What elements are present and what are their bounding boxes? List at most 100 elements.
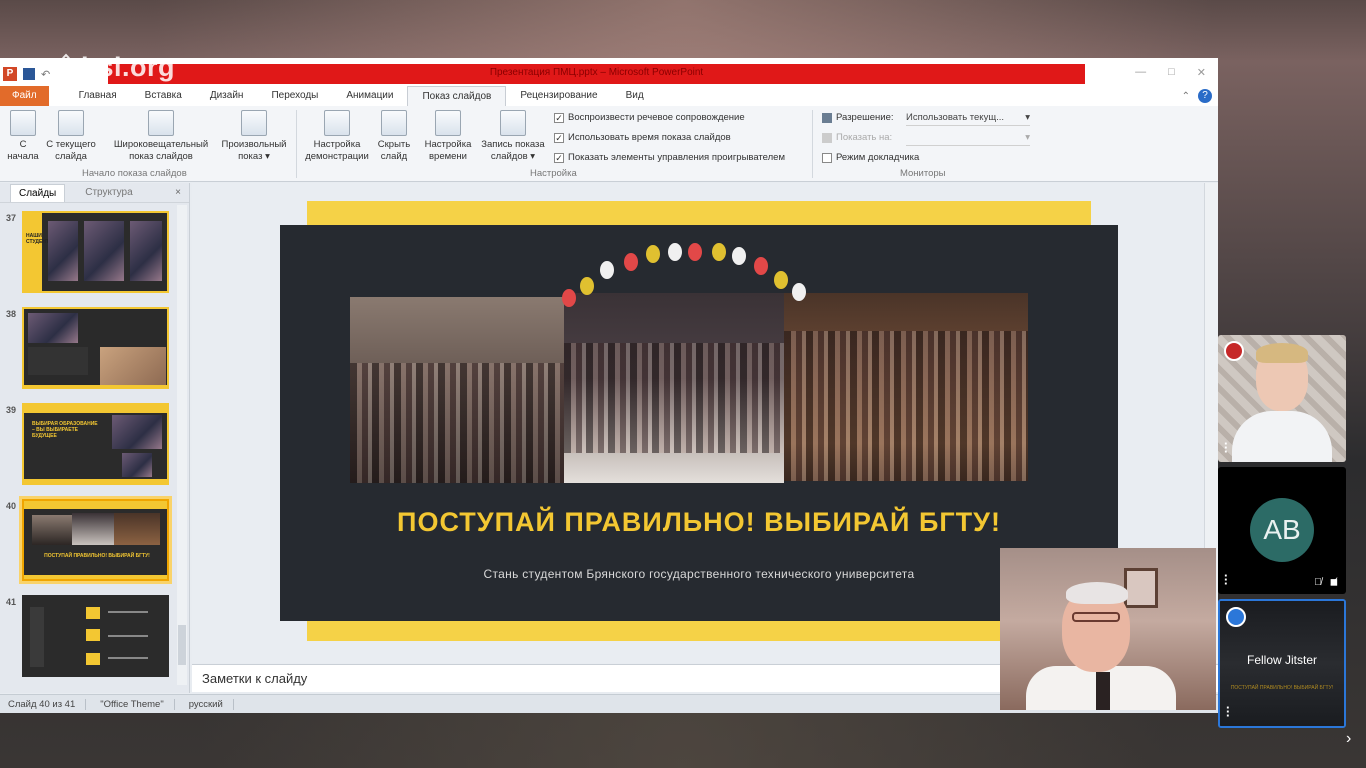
participant-tile[interactable]: · · · bbox=[1218, 335, 1346, 462]
tab-review[interactable]: Рецензирование bbox=[506, 86, 611, 106]
setup-show-label: Настройка демонстрации bbox=[305, 139, 369, 162]
more-options-icon[interactable]: · · · bbox=[1224, 437, 1228, 458]
speaker-tie bbox=[1096, 672, 1110, 710]
from-beginning-label: С начала bbox=[7, 139, 39, 162]
slide-thumbnail-row[interactable]: 39 ВЫБИРАЯ ОБРАЗОВАНИЕ – ВЫ ВЫБИРАЕТЕ БУ… bbox=[0, 401, 190, 489]
tab-insert[interactable]: Вставка bbox=[131, 86, 196, 106]
balloon-icon bbox=[562, 289, 576, 307]
tab-outline[interactable]: Структура bbox=[85, 187, 132, 198]
dominant-speaker-icon bbox=[1226, 607, 1246, 627]
notes-placeholder: Заметки к слайду bbox=[202, 671, 308, 686]
slide-counter: Слайд 40 из 41 bbox=[8, 698, 87, 710]
thumb-text: НАШИ СТУДЕНТЫ bbox=[26, 233, 54, 245]
use-timings-check[interactable]: ✓ Использовать время показа слайдов bbox=[554, 132, 731, 143]
tab-slides[interactable]: Слайды bbox=[10, 183, 66, 202]
collapse-ribbon-icon[interactable]: ⌃ bbox=[1182, 91, 1190, 102]
slides-pane: Слайды Структура × 37 НАШИ СТУДЕНТЫ 38 3… bbox=[0, 183, 190, 693]
monitor-icon bbox=[822, 112, 832, 123]
setup-show-button[interactable]: Настройка демонстрации bbox=[300, 110, 374, 163]
camera-off-icon: ◼̸ bbox=[1329, 577, 1338, 588]
save-icon[interactable] bbox=[23, 68, 35, 80]
mic-off-icon: 🎙̸ bbox=[1314, 577, 1322, 588]
rehearse-timings-button[interactable]: Настройка времени bbox=[420, 110, 476, 163]
balloon-icon bbox=[754, 257, 768, 275]
slide-thumbnail-row[interactable]: 41 bbox=[0, 593, 190, 681]
graduates-photo-2 bbox=[564, 293, 784, 483]
slide-thumbnail-row[interactable]: 37 НАШИ СТУДЕНТЫ bbox=[0, 209, 190, 297]
tab-file[interactable]: Файл bbox=[0, 86, 49, 106]
theme-name[interactable]: "Office Theme" bbox=[100, 698, 175, 710]
slide-thumbnail-row-selected[interactable]: 40 ПОСТУПАЙ ПРАВИЛЬНО! ВЫБИРАЙ БГТУ! bbox=[0, 497, 190, 585]
participant-tile[interactable]: AB · · · 🎙̸ ◼̸ bbox=[1218, 467, 1346, 594]
participant-status: 🎙̸ ◼̸ bbox=[1314, 577, 1338, 588]
presenter-view-check[interactable]: Режим докладчика bbox=[822, 152, 919, 163]
undo-icon[interactable]: ↶ bbox=[41, 68, 50, 81]
speaker-hair bbox=[1066, 582, 1128, 604]
jitsi-watermark: itsi.org bbox=[55, 52, 175, 83]
balloon-icon bbox=[732, 247, 746, 265]
title-highlight: Презентация ПМЦ.pptx – Microsoft PowerPo… bbox=[108, 64, 1085, 84]
show-on-dropdown[interactable]: ▾ bbox=[906, 132, 1030, 146]
play-narrations-check[interactable]: ✓ Воспроизвести речевое сопровождение bbox=[554, 112, 745, 123]
slide-subtitle: Стань студентом Брянского государственно… bbox=[483, 567, 915, 581]
slide-thumbnail: ВЫБИРАЯ ОБРАЗОВАНИЕ – ВЫ ВЫБИРАЕТЕ БУДУЩ… bbox=[22, 403, 169, 485]
minimize-button[interactable]: — bbox=[1135, 66, 1146, 79]
balloon-icon bbox=[624, 253, 638, 271]
close-pane-icon[interactable]: × bbox=[175, 187, 181, 198]
broadcast-button[interactable]: Широковещательный показ слайдов bbox=[106, 110, 216, 163]
local-participant-tile[interactable]: Fellow Jitster ПОСТУПАЙ ПРАВИЛЬНО! ВЫБИР… bbox=[1218, 599, 1346, 728]
more-options-icon[interactable]: · · · bbox=[1224, 569, 1228, 590]
balloon-icon bbox=[774, 271, 788, 289]
balloon-icon bbox=[688, 243, 702, 261]
show-media-controls-label: Показать элементы управления проигрывате… bbox=[568, 152, 786, 163]
chevron-right-icon[interactable]: › bbox=[1346, 730, 1351, 748]
checkbox-unchecked-icon bbox=[822, 152, 832, 163]
custom-show-icon bbox=[241, 110, 267, 136]
resolution-dropdown[interactable]: Использовать текущ... ▾ bbox=[906, 112, 1030, 126]
group-label-start: Начало показа слайдов bbox=[82, 168, 187, 179]
show-media-controls-check[interactable]: ✓ Показать элементы управления проигрыва… bbox=[554, 152, 785, 163]
tab-transitions[interactable]: Переходы bbox=[257, 86, 332, 106]
slide-thumbnail-row[interactable]: 38 bbox=[0, 305, 190, 393]
ribbon: С начала С текущего слайда Широковещател… bbox=[0, 106, 1218, 182]
more-options-icon[interactable]: · · · bbox=[1226, 701, 1230, 722]
connection-quality-icon[interactable] bbox=[1224, 341, 1244, 361]
from-current-label: С текущего слайда bbox=[46, 139, 96, 162]
language-indicator[interactable]: русский bbox=[189, 698, 234, 710]
ribbon-separator bbox=[812, 110, 813, 178]
slide-title: ПОСТУПАЙ ПРАВИЛЬНО! ВЫБИРАЙ БГТУ! bbox=[397, 507, 1001, 537]
close-button[interactable]: ✕ bbox=[1197, 66, 1206, 79]
slide-number: 39 bbox=[6, 405, 17, 415]
resolution-label: Разрешение: bbox=[836, 112, 894, 123]
from-current-button[interactable]: С текущего слайда bbox=[42, 110, 100, 163]
resolution-row: Разрешение: bbox=[822, 112, 894, 123]
checkbox-checked-icon: ✓ bbox=[554, 132, 564, 143]
wall-picture bbox=[1124, 568, 1158, 608]
slide-thumbnail bbox=[22, 307, 169, 389]
slides-scrollbar[interactable] bbox=[177, 205, 187, 685]
tab-design[interactable]: Дизайн bbox=[196, 86, 258, 106]
tab-slideshow[interactable]: Показ слайдов bbox=[407, 86, 507, 106]
slide-thumbnail: НАШИ СТУДЕНТЫ bbox=[22, 211, 169, 293]
maximize-button[interactable]: □ bbox=[1168, 66, 1175, 79]
chevron-down-icon: ▾ bbox=[1025, 112, 1030, 123]
active-speaker-video[interactable] bbox=[1000, 548, 1216, 710]
balloon-icon bbox=[580, 277, 594, 295]
slide-thumbnail-current: ПОСТУПАЙ ПРАВИЛЬНО! ВЫБИРАЙ БГТУ! bbox=[22, 499, 169, 581]
tab-view[interactable]: Вид bbox=[612, 86, 658, 106]
participant-name: Fellow Jitster bbox=[1246, 653, 1317, 667]
record-show-button[interactable]: Запись показа слайдов ▾ bbox=[476, 110, 550, 163]
slide-number: 37 bbox=[6, 213, 17, 223]
tab-home[interactable]: Главная bbox=[65, 86, 131, 106]
custom-show-button[interactable]: Произвольный показ ▾ bbox=[216, 110, 292, 163]
current-slide[interactable]: ПОСТУПАЙ ПРАВИЛЬНО! ВЫБИРАЙ БГТУ! Стань … bbox=[280, 225, 1118, 621]
tab-animations[interactable]: Анимации bbox=[332, 86, 407, 106]
from-beginning-button[interactable]: С начала bbox=[6, 110, 40, 163]
hide-slide-button[interactable]: Скрыть слайд bbox=[374, 110, 414, 163]
record-show-icon bbox=[500, 110, 526, 136]
thumb-text: ВЫБИРАЯ ОБРАЗОВАНИЕ – ВЫ ВЫБИРАЕТЕ БУДУЩ… bbox=[32, 421, 98, 439]
help-icon[interactable]: ? bbox=[1198, 89, 1212, 103]
scrollbar-thumb[interactable] bbox=[178, 625, 186, 665]
slideshow-current-icon bbox=[58, 110, 84, 136]
photo-collage bbox=[350, 243, 1028, 483]
